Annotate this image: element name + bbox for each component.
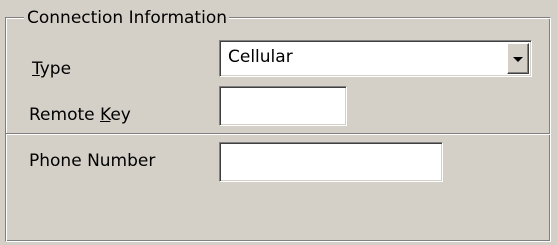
type-combobox[interactable]: Cellular xyxy=(219,40,532,77)
phone-number-label: Phone Number xyxy=(29,151,156,171)
chevron-down-icon xyxy=(513,56,523,62)
remote-key-label-after: ey xyxy=(110,105,131,125)
remote-key-label-before: Remote xyxy=(29,105,100,125)
remote-key-label: Remote Key xyxy=(29,104,131,126)
type-label-rest: ype xyxy=(39,59,72,79)
type-label-mnemonic: T xyxy=(32,59,40,79)
group-title: Connection Information xyxy=(24,7,229,29)
remote-key-input[interactable] xyxy=(219,86,347,126)
phone-number-input[interactable] xyxy=(219,142,443,182)
remote-key-label-mnemonic: K xyxy=(100,105,111,125)
section-separator xyxy=(6,133,550,135)
type-combobox-value: Cellular xyxy=(228,47,293,67)
type-label: Type xyxy=(32,58,71,80)
type-combobox-dropdown-button[interactable] xyxy=(507,43,529,74)
